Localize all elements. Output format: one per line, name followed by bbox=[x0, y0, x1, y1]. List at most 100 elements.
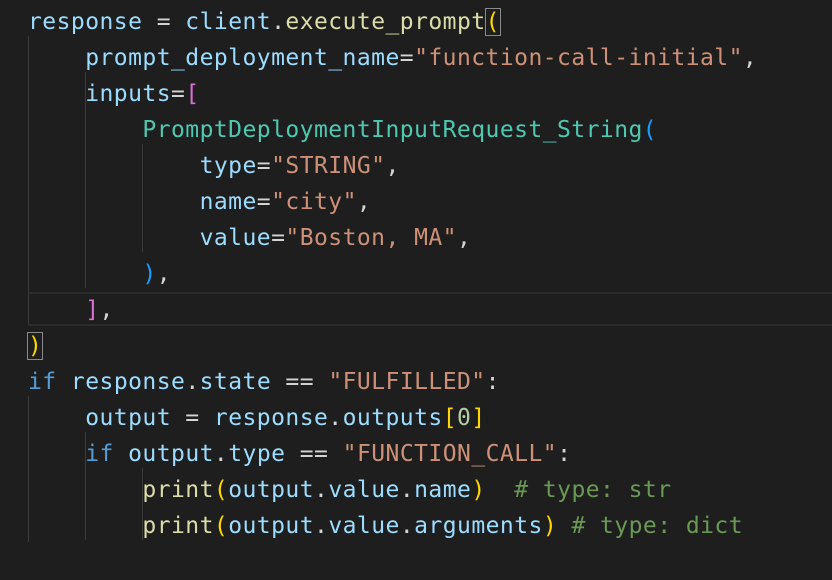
code-token: outputs bbox=[342, 405, 443, 431]
current-line-highlight bbox=[28, 292, 832, 326]
code-token: "city" bbox=[271, 189, 357, 215]
code-token: "STRING" bbox=[271, 153, 386, 179]
code-token: ( bbox=[484, 8, 501, 36]
code-token: = bbox=[256, 189, 272, 215]
code-line[interactable]: prompt_deployment_name="function-call-in… bbox=[28, 40, 757, 76]
code-token: ( bbox=[642, 117, 658, 143]
code-token: client bbox=[185, 9, 272, 35]
code-token: ] bbox=[85, 297, 100, 323]
code-token: ) bbox=[142, 261, 157, 287]
code-token: type bbox=[199, 153, 257, 179]
code-token: ) bbox=[471, 477, 486, 503]
code-token: output bbox=[85, 405, 171, 431]
code-token: output bbox=[228, 513, 314, 539]
code-token: = bbox=[171, 405, 214, 431]
code-line[interactable]: response = client.execute_prompt( bbox=[28, 4, 501, 40]
code-token: PromptDeploymentInputRequest_String bbox=[142, 117, 643, 143]
code-token: value bbox=[328, 477, 400, 503]
code-token: value bbox=[199, 225, 272, 251]
code-token: # type: dict bbox=[571, 513, 744, 539]
code-token: # type: str bbox=[514, 477, 672, 503]
code-token: , bbox=[356, 189, 372, 215]
code-token: . bbox=[399, 513, 415, 539]
code-line[interactable]: print(output.value.name) # type: str bbox=[28, 472, 672, 508]
code-token: output bbox=[228, 477, 314, 503]
code-token: = bbox=[256, 153, 272, 179]
code-token: , bbox=[742, 45, 758, 71]
code-token: name bbox=[414, 477, 472, 503]
code-token: ) bbox=[542, 513, 558, 539]
code-line[interactable]: print(output.value.arguments) # type: di… bbox=[28, 508, 743, 544]
code-line[interactable]: output = response.outputs[0] bbox=[28, 400, 486, 436]
code-token: == bbox=[271, 369, 329, 395]
code-token: value bbox=[328, 513, 400, 539]
code-token: output bbox=[128, 441, 214, 467]
code-token: ] bbox=[471, 405, 486, 431]
code-token: print bbox=[142, 513, 214, 539]
code-token: . bbox=[328, 405, 343, 431]
code-token: [ bbox=[442, 405, 458, 431]
code-token: : bbox=[485, 369, 500, 395]
code-token: arguments bbox=[414, 513, 543, 539]
code-token: , bbox=[385, 153, 400, 179]
code-token: if bbox=[85, 441, 114, 467]
code-token: : bbox=[557, 441, 572, 467]
code-line[interactable]: ) bbox=[26, 328, 44, 364]
code-token: . bbox=[213, 441, 229, 467]
code-token: [ bbox=[185, 81, 200, 107]
code-line[interactable]: PromptDeploymentInputRequest_String( bbox=[28, 112, 657, 148]
code-line[interactable]: name="city", bbox=[28, 184, 371, 220]
code-line[interactable]: if output.type == "FUNCTION_CALL": bbox=[28, 436, 571, 472]
code-token: , bbox=[156, 261, 172, 287]
code-token: . bbox=[185, 369, 200, 395]
code-token: 0 bbox=[457, 405, 472, 431]
code-editor[interactable]: response = client.execute_prompt( prompt… bbox=[0, 0, 832, 580]
code-token: ) bbox=[26, 332, 44, 360]
code-token: . bbox=[271, 9, 286, 35]
code-token: = bbox=[142, 9, 186, 35]
code-token: execute_prompt bbox=[285, 9, 486, 35]
code-token: = bbox=[271, 225, 286, 251]
code-token: "FULFILLED" bbox=[328, 369, 486, 395]
code-line[interactable]: ], bbox=[28, 292, 114, 328]
code-token: = bbox=[171, 81, 186, 107]
code-token: == bbox=[285, 441, 343, 467]
code-token: . bbox=[314, 477, 329, 503]
code-token: if bbox=[28, 369, 57, 395]
code-token: . bbox=[314, 513, 329, 539]
code-token: "Boston, MA" bbox=[285, 225, 457, 251]
code-token: ( bbox=[213, 513, 229, 539]
code-line[interactable]: value="Boston, MA", bbox=[28, 220, 471, 256]
code-token: type bbox=[228, 441, 286, 467]
code-token: ( bbox=[213, 477, 229, 503]
code-line[interactable]: inputs=[ bbox=[28, 76, 200, 112]
code-line[interactable]: if response.state == "FULFILLED": bbox=[28, 364, 500, 400]
code-token: name bbox=[199, 189, 257, 215]
code-token: , bbox=[99, 297, 114, 323]
code-token: = bbox=[399, 45, 415, 71]
code-token: "FUNCTION_CALL" bbox=[342, 441, 558, 467]
code-token: response bbox=[213, 405, 329, 431]
code-token: "function-call-initial" bbox=[414, 45, 743, 71]
code-token: inputs bbox=[85, 81, 171, 107]
code-line[interactable]: ), bbox=[28, 256, 171, 292]
code-token: . bbox=[399, 477, 415, 503]
code-token: , bbox=[456, 225, 472, 251]
code-token: response bbox=[28, 9, 143, 35]
code-line[interactable]: type="STRING", bbox=[28, 148, 400, 184]
